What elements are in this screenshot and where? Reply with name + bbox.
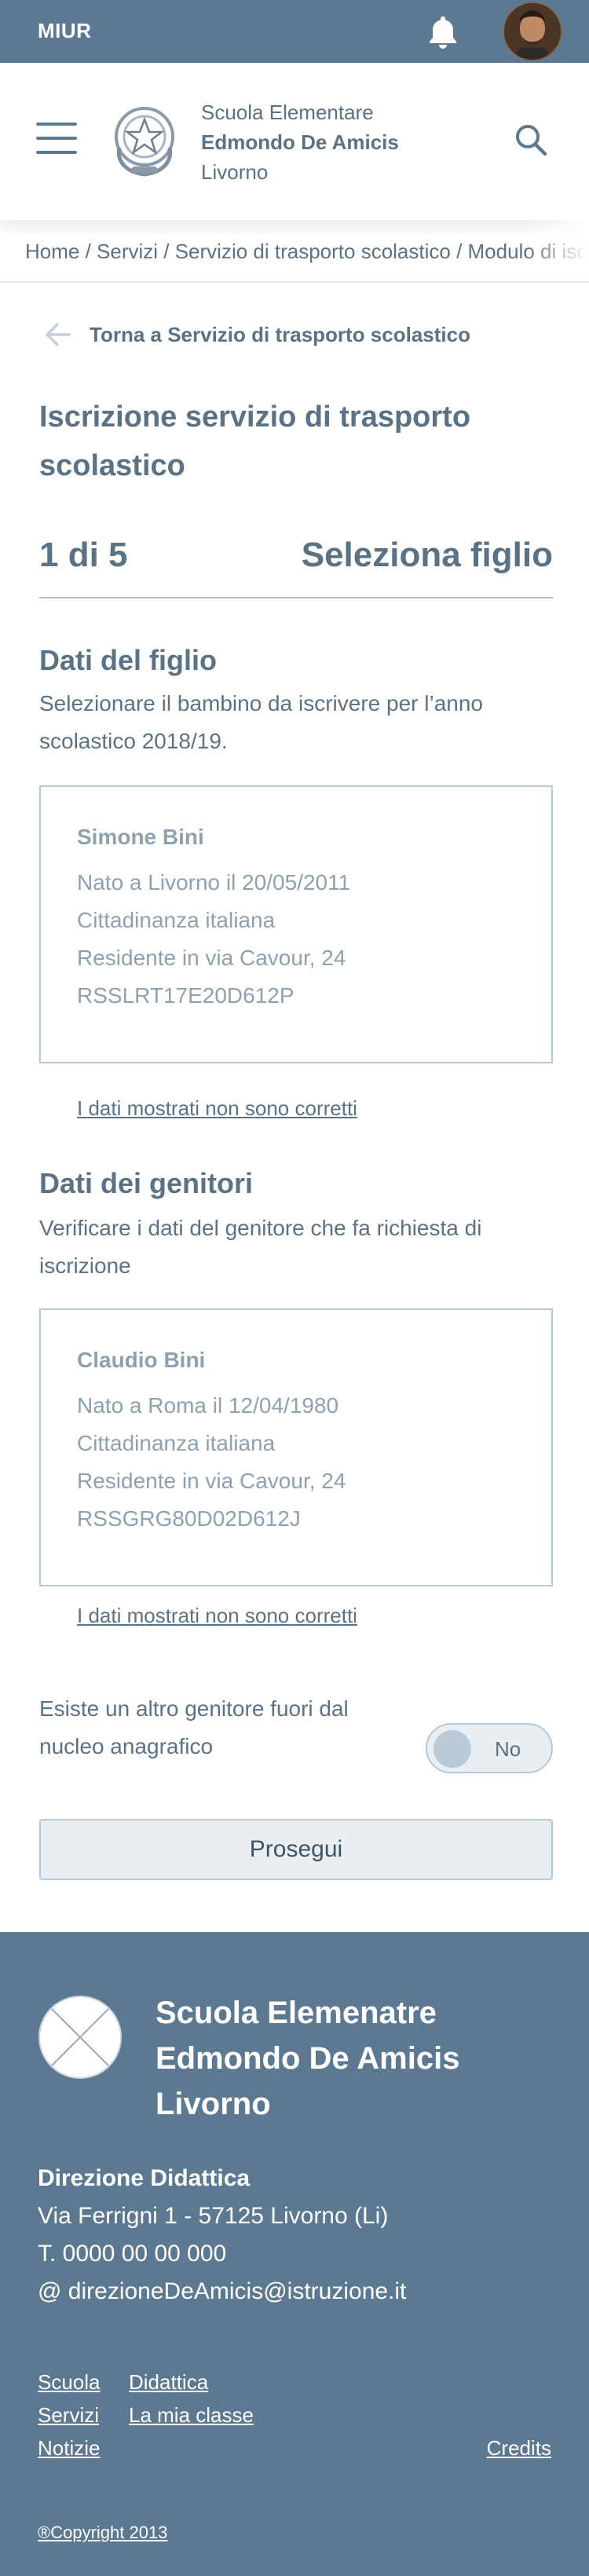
footer-link-didattica[interactable]: Didattica	[129, 2370, 208, 2395]
footer-copyright[interactable]: ®Copyright 2013	[38, 2523, 167, 2543]
site-footer: Scuola Elemenatre Edmondo De Amicis Livo…	[0, 1932, 589, 2576]
child-name: Simone Bini	[77, 825, 204, 849]
placeholder-logo-icon	[38, 1996, 122, 2079]
toggle-value: No	[495, 1737, 521, 1761]
user-avatar[interactable]	[503, 2, 562, 61]
child-section-title: Dati del figlio	[39, 644, 218, 676]
parent-birth: Nato a Roma il 12/04/1980	[77, 1393, 339, 1418]
child-birth: Nato a Livorno il 20/05/2011	[77, 870, 351, 895]
footer-link-scuola[interactable]: Scuola	[38, 2370, 101, 2395]
step-indicator: 1 di 5 Seleziona figlio	[39, 531, 553, 598]
child-section-description: Selezionare il bambino da iscrivere per …	[39, 691, 483, 753]
child-residence: Residente in via Cavour, 24	[77, 946, 346, 970]
footer-contact-info: Direzione Didattica Via Ferrigni 1 - 571…	[38, 2160, 406, 2311]
parent-section-description: Verificare i dati del genitore che fa ri…	[39, 1216, 482, 1278]
footer-link-credits[interactable]: Credits	[487, 2436, 551, 2461]
child-citizenship: Cittadinanza italiana	[77, 908, 276, 932]
other-parent-label: Esiste un altro genitore fuori dal nucle…	[39, 1696, 349, 1758]
footer-email[interactable]: @ direzioneDeAmicis@istruzione.it	[38, 2273, 406, 2311]
child-card[interactable]: Simone Bini Nato a Livorno il 20/05/2011…	[39, 785, 553, 1063]
child-tax-code: RSSLRT17E20D612P	[77, 983, 294, 1008]
parent-tax-code: RSSGRG80D02D612J	[77, 1506, 301, 1531]
school-title: Edmondo De Amicis	[201, 130, 399, 154]
other-parent-toggle[interactable]: No	[426, 1723, 553, 1773]
footer-link-servizi[interactable]: Servizi	[38, 2403, 99, 2428]
parent-card[interactable]: Claudio Bini Nato a Roma il 12/04/1980 C…	[39, 1308, 553, 1586]
footer-office: Direzione Didattica	[38, 2165, 251, 2191]
school-type: Scuola Elementare	[201, 101, 374, 124]
hamburger-menu-icon[interactable]	[36, 123, 77, 154]
parent-name: Claudio Bini	[77, 1348, 206, 1372]
site-header: Scuola Elementare Edmondo De Amicis Livo…	[0, 63, 589, 220]
school-city: Livorno	[201, 160, 269, 184]
footer-address: Via Ferrigni 1 - 57125 Livorno (Li)	[38, 2203, 389, 2229]
footer-phone: T. 0000 00 00 000	[38, 2241, 227, 2267]
child-data-incorrect-link[interactable]: I dati mostrati non sono corretti	[77, 1096, 357, 1121]
school-name[interactable]: Scuola Elementare Edmondo De Amicis Livo…	[201, 97, 399, 187]
parent-section-title: Dati dei genitori	[39, 1167, 254, 1199]
toggle-knob	[434, 1730, 471, 1768]
search-icon[interactable]	[514, 123, 548, 157]
page-title: Iscrizione servizio di trasporto scolast…	[39, 401, 471, 482]
breadcrumb-fade	[526, 220, 589, 281]
arrow-left-icon	[46, 323, 71, 346]
footer-title-line2: Edmondo De Amicis	[155, 2041, 460, 2076]
back-link[interactable]: Torna a Servizio di trasporto scolastico	[44, 320, 470, 349]
bell-icon[interactable]	[424, 13, 462, 51]
footer-title-line3: Livorno	[155, 2087, 271, 2121]
parent-residence: Residente in via Cavour, 24	[77, 1469, 346, 1493]
footer-link-la-mia-classe[interactable]: La mia classe	[129, 2403, 254, 2428]
breadcrumb-text[interactable]: Home / Servizi / Servizio di trasporto s…	[25, 240, 589, 263]
parent-data-incorrect-link[interactable]: I dati mostrati non sono corretti	[77, 1604, 357, 1628]
italian-republic-emblem-icon	[115, 107, 174, 177]
parent-citizenship: Cittadinanza italiana	[77, 1431, 276, 1455]
miur-brand[interactable]: MIUR	[38, 19, 91, 43]
footer-title-line1: Scuola Elemenatre	[155, 1996, 437, 2030]
next-button[interactable]: Prosegui	[39, 1819, 553, 1880]
top-bar: MIUR	[0, 0, 589, 63]
footer-school-name[interactable]: Scuola Elemenatre Edmondo De Amicis Livo…	[155, 1990, 459, 2127]
back-link-label: Torna a Servizio di trasporto scolastico	[90, 322, 470, 346]
footer-link-notizie[interactable]: Notizie	[38, 2436, 100, 2461]
step-counter: 1 di 5	[39, 536, 128, 574]
breadcrumb: Home / Servizi / Servizio di trasporto s…	[0, 220, 589, 283]
step-label: Seleziona figlio	[301, 536, 553, 574]
